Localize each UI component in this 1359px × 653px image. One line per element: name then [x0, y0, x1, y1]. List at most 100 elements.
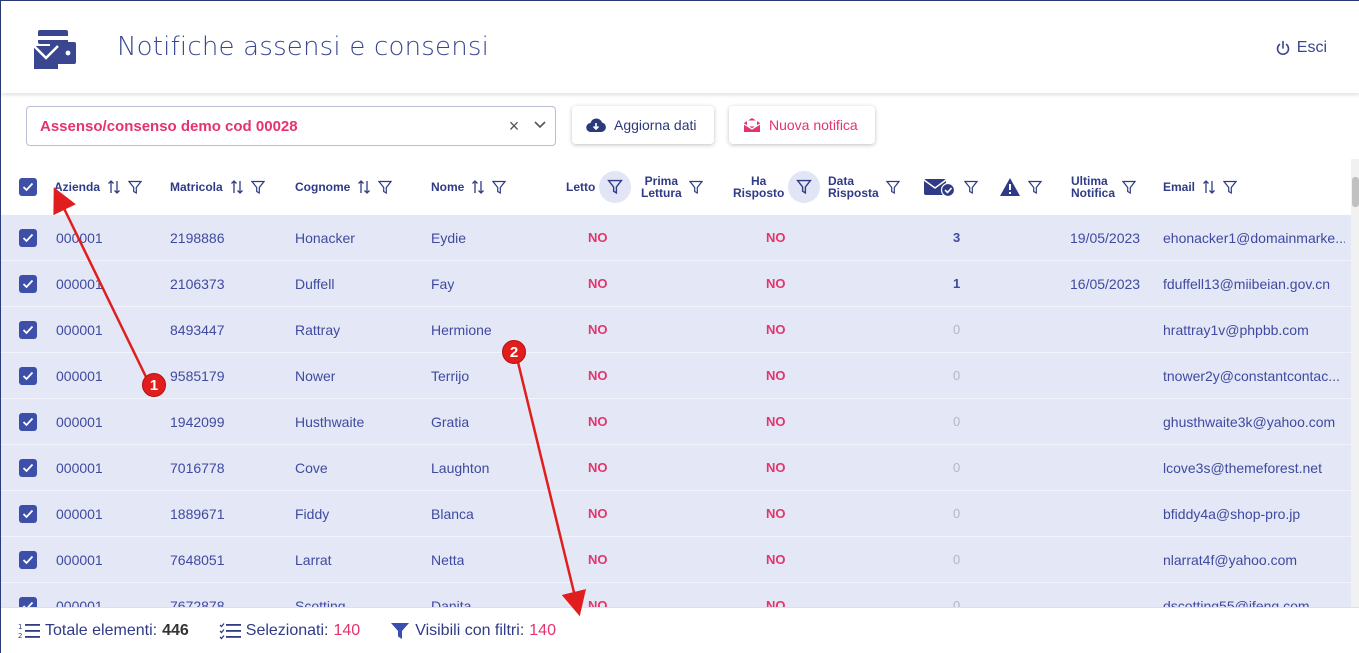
new-notification-label: Nuova notifica — [769, 117, 858, 133]
cell-nome: Gratia — [431, 414, 470, 430]
chevron-down-icon[interactable] — [525, 117, 555, 135]
logout-button[interactable]: Esci — [1275, 39, 1327, 57]
visible-items: Visibili con filtri: 140 — [390, 622, 556, 640]
refresh-data-button[interactable]: Aggiorna dati — [572, 106, 714, 144]
cell-email: ehonacker1@domainmarke... — [1163, 230, 1345, 246]
col-letto[interactable]: Letto — [566, 159, 632, 215]
sort-icon[interactable] — [107, 179, 121, 195]
row-checkbox[interactable] — [19, 229, 37, 247]
col-email[interactable]: Email — [1163, 159, 1238, 215]
cell-email: hrattray1v@phpbb.com — [1163, 322, 1309, 338]
cell-letto: NO — [588, 322, 608, 337]
col-ultima-notifica-label: Ultima Notifica — [1071, 174, 1116, 200]
filter-active-icon[interactable] — [599, 171, 632, 203]
cell-cognome: Scotting — [295, 598, 346, 607]
col-nome[interactable]: Nome — [431, 159, 507, 215]
scrollbar-thumb[interactable] — [1352, 177, 1359, 207]
logout-label: Esci — [1296, 39, 1327, 56]
svg-text:2: 2 — [18, 632, 22, 640]
table-row[interactable]: 000001 8493447 Rattray Hermione NO NO 0 hrattra… — [1, 307, 1351, 353]
cell-count: 0 — [953, 598, 961, 607]
cell-risposto: NO — [766, 460, 786, 475]
cell-matricola: 7672878 — [170, 598, 225, 607]
visible-items-label: Visibili con filtri: — [415, 622, 525, 639]
col-data-risposta[interactable]: Data Risposta — [828, 159, 900, 215]
cell-letto: NO — [588, 368, 608, 383]
row-checkbox[interactable] — [19, 505, 37, 523]
filter-icon[interactable] — [885, 180, 900, 195]
filter-icon[interactable] — [378, 180, 393, 195]
selected-items-label: Selezionati: — [245, 622, 329, 639]
col-notifications-sent[interactable] — [923, 159, 978, 215]
cell-matricola: 9585179 — [170, 368, 225, 384]
table-row[interactable]: 000001 7648051 Larrat Netta NO NO 0 nlarrat4f@y… — [1, 537, 1351, 583]
row-checkbox[interactable] — [19, 597, 37, 607]
table-body: 000001 2198886 Honacker Eydie NO NO 3 19/05/202… — [1, 215, 1351, 607]
sort-icon[interactable] — [230, 179, 244, 195]
col-azienda[interactable]: Azienda — [54, 159, 143, 215]
cell-email: lcove3s@themeforest.net — [1163, 460, 1322, 476]
cell-cognome: Cove — [295, 460, 328, 476]
cell-azienda: 000001 — [56, 322, 103, 338]
col-ultima-notifica[interactable]: Ultima Notifica — [1071, 159, 1137, 215]
row-checkbox[interactable] — [19, 551, 37, 569]
table-row[interactable]: 000001 1942099 Husthwaite Gratia NO NO 0 ghusth… — [1, 399, 1351, 445]
cell-risposto: NO — [766, 230, 786, 245]
col-errors[interactable] — [999, 159, 1042, 215]
table-row[interactable]: 000001 2106373 Duffell Fay NO NO 1 16/05/2023 fd… — [1, 261, 1351, 307]
filter-icon[interactable] — [492, 180, 507, 195]
sort-icon[interactable] — [357, 179, 371, 195]
cell-email: ghusthwaite3k@yahoo.com — [1163, 414, 1336, 430]
sort-icon[interactable] — [471, 179, 485, 195]
cell-cognome: Rattray — [295, 322, 341, 338]
cell-risposto: NO — [766, 322, 786, 337]
clear-icon[interactable]: × — [503, 116, 525, 137]
select-all-checkbox[interactable] — [19, 178, 37, 196]
table-row[interactable]: 000001 7672878 Scotting Danita NO NO 0 dscottin… — [1, 583, 1351, 607]
table-row[interactable]: 000001 9585179 Nower Terrijo NO NO 0 tnower2y@c… — [1, 353, 1351, 399]
cell-count: 0 — [953, 322, 961, 337]
consent-select[interactable]: Assenso/consenso demo cod 00028 × — [26, 106, 556, 146]
filter-icon[interactable] — [250, 180, 265, 195]
row-checkbox[interactable] — [19, 321, 37, 339]
filter-icon[interactable] — [964, 180, 978, 195]
row-checkbox[interactable] — [19, 275, 37, 293]
cell-azienda: 000001 — [56, 506, 103, 522]
table-row[interactable]: 000001 2198886 Honacker Eydie NO NO 3 19/05/202… — [1, 215, 1351, 261]
filter-icon[interactable] — [1028, 180, 1042, 195]
col-ha-risposto[interactable]: Ha Risposto — [733, 159, 821, 215]
table-header: Azienda Matricola Cognome Nome Letto Pri… — [1, 159, 1351, 215]
svg-text:1: 1 — [18, 623, 22, 631]
cell-matricola: 8493447 — [170, 322, 225, 338]
col-ha-risposto-label: Ha Risposto — [733, 174, 785, 200]
cell-count: 0 — [953, 506, 961, 521]
filter-icon[interactable] — [1223, 180, 1238, 195]
cell-letto: NO — [588, 230, 608, 245]
filter-active-icon[interactable] — [788, 171, 821, 203]
table-row[interactable]: 000001 7016778 Cove Laughton NO NO 0 lcove3s@th… — [1, 445, 1351, 491]
row-checkbox[interactable] — [19, 367, 37, 385]
cell-count: 1 — [953, 276, 961, 291]
col-matricola[interactable]: Matricola — [170, 159, 265, 215]
cell-azienda: 000001 — [56, 276, 103, 292]
cell-count: 0 — [953, 460, 961, 475]
warning-icon — [1000, 178, 1020, 196]
row-checkbox[interactable] — [19, 413, 37, 431]
table-scrollbar[interactable] — [1351, 159, 1359, 607]
status-footer: 1 2 Totale elementi: 446 Selezionati: 14… — [1, 607, 1359, 653]
filter-icon[interactable] — [1122, 180, 1137, 195]
filter-icon[interactable] — [688, 180, 703, 195]
row-checkbox[interactable] — [19, 459, 37, 477]
selected-items: Selezionati: 140 — [219, 622, 360, 640]
sort-icon[interactable] — [1202, 179, 1216, 195]
col-matricola-label: Matricola — [170, 180, 223, 194]
cell-matricola: 2198886 — [170, 230, 225, 246]
col-cognome[interactable]: Cognome — [295, 159, 393, 215]
cell-ultima: 19/05/2023 — [1070, 230, 1141, 246]
table-row[interactable]: 000001 1889671 Fiddy Blanca NO NO 0 bfiddy4a@sh… — [1, 491, 1351, 537]
col-prima-lettura[interactable]: Prima Lettura — [641, 159, 703, 215]
filter-icon[interactable] — [128, 180, 143, 195]
cell-letto: NO — [588, 552, 608, 567]
new-notification-button[interactable]: Nuova notifica — [729, 106, 875, 144]
cell-risposto: NO — [766, 552, 786, 567]
